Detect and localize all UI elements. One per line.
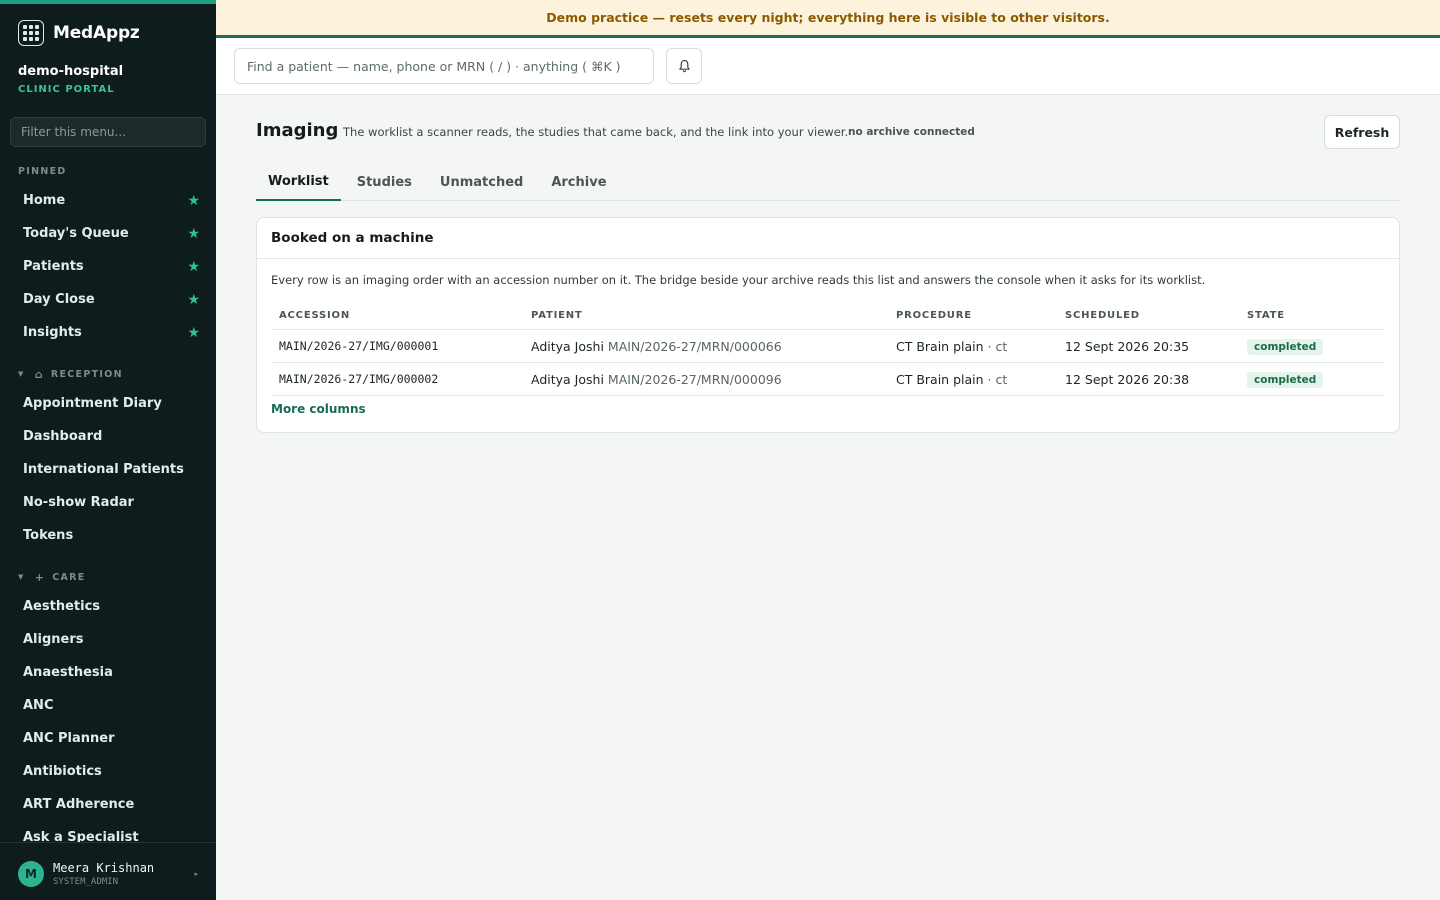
sidebar-item-day-close[interactable]: Day Close ★ (0, 283, 216, 316)
card-description: Every row is an imaging order with an ac… (271, 273, 1206, 287)
patient-cell[interactable]: Aditya Joshi MAIN/2026-27/MRN/000096 (523, 372, 888, 387)
accession-cell: MAIN/2026-27/IMG/000001 (279, 339, 439, 353)
column-header-procedure[interactable]: PROCEDURE (888, 310, 1057, 321)
section-toggle-care[interactable]: ▼ + CARE (0, 564, 216, 590)
sidebar-item-tokens[interactable]: Tokens (0, 519, 216, 552)
star-icon[interactable]: ★ (187, 325, 200, 341)
menu-filter-input[interactable] (10, 117, 206, 147)
demo-banner: Demo practice — resets every night; ever… (216, 0, 1440, 38)
plus-icon: + (34, 570, 46, 584)
patient-cell[interactable]: Aditya Joshi MAIN/2026-27/MRN/000066 (523, 339, 888, 354)
table-header: ACCESSION PATIENT PROCEDURE SCHEDULED ST… (271, 302, 1385, 330)
worklist-table: ACCESSION PATIENT PROCEDURE SCHEDULED ST… (271, 302, 1385, 396)
sidebar-item-dashboard[interactable]: Dashboard (0, 420, 216, 453)
column-header-accession[interactable]: ACCESSION (271, 310, 523, 321)
star-icon[interactable]: ★ (187, 259, 200, 275)
state-cell: completed (1239, 371, 1385, 388)
chevron-right-icon: ▸ (194, 869, 198, 878)
tab-archive[interactable]: Archive (539, 164, 618, 201)
patient-search-input[interactable] (234, 48, 654, 84)
sidebar-item-patients[interactable]: Patients ★ (0, 250, 216, 283)
sidebar-item-ask-a-specialist[interactable]: Ask a Specialist (0, 821, 216, 842)
user-name: Meera Krishnan (53, 860, 155, 875)
card-title: Booked on a machine (257, 218, 1399, 259)
sidebar-item-anc[interactable]: ANC (0, 689, 216, 722)
tab-worklist[interactable]: Worklist (256, 164, 341, 201)
column-header-scheduled[interactable]: SCHEDULED (1057, 310, 1239, 321)
sidebar-item-art-adherence[interactable]: ART Adherence (0, 788, 216, 821)
star-icon[interactable]: ★ (187, 226, 200, 242)
state-cell: completed (1239, 338, 1385, 355)
sidebar-item-aesthetics[interactable]: Aesthetics (0, 590, 216, 623)
user-menu[interactable]: M Meera Krishnan SYSTEM_ADMIN ▸ (0, 842, 216, 900)
column-header-patient[interactable]: PATIENT (523, 310, 888, 321)
page-description: The worklist a scanner reads, the studie… (343, 125, 849, 139)
accession-cell: MAIN/2026-27/IMG/000002 (279, 372, 439, 386)
modality: · ct (987, 338, 1008, 354)
sidebar-item-anaesthesia[interactable]: Anaesthesia (0, 656, 216, 689)
caret-down-icon: ▼ (18, 370, 25, 378)
bell-icon (678, 59, 690, 73)
imaging-tabs: Worklist Studies Unmatched Archive (256, 164, 1400, 201)
procedure-name: CT Brain plain (896, 371, 984, 387)
topbar (216, 38, 1440, 95)
user-role: SYSTEM_ADMIN (53, 876, 119, 887)
table-row[interactable]: MAIN/2026-27/IMG/000002 Aditya Joshi MAI… (271, 363, 1385, 396)
section-toggle-reception[interactable]: ▼ ⌂ RECEPTION (0, 361, 216, 387)
notifications-button[interactable] (666, 48, 702, 84)
procedure-cell: CT Brain plain · ct (888, 372, 1057, 387)
sidebar-nav[interactable]: PINNED Home ★ Today's Queue ★ Patients ★ Da… (0, 158, 216, 843)
more-columns-link[interactable]: More columns (271, 402, 366, 416)
sidebar-item-anc-planner[interactable]: ANC Planner (0, 722, 216, 755)
brand-name: MedAppz (53, 23, 140, 43)
brand[interactable]: MedAppz (18, 20, 140, 46)
sidebar-item-home[interactable]: Home ★ (0, 184, 216, 217)
status-badge: completed (1247, 371, 1324, 388)
tab-studies[interactable]: Studies (345, 164, 424, 201)
caret-down-icon: ▼ (18, 573, 25, 581)
org-name: demo-hospital (18, 64, 124, 79)
worklist-card: Booked on a machine Every row is an imag… (256, 217, 1400, 433)
section-label-pinned: PINNED (18, 165, 67, 177)
sidebar-item-international-patients[interactable]: International Patients (0, 453, 216, 486)
sidebar-item-aligners[interactable]: Aligners (0, 623, 216, 656)
patient-mrn: MAIN/2026-27/MRN/000096 (607, 371, 782, 387)
sidebar: MedAppz demo-hospital CLINIC PORTAL PINN… (0, 0, 216, 900)
patient-mrn: MAIN/2026-27/MRN/000066 (607, 338, 782, 354)
procedure-cell: CT Brain plain · ct (888, 339, 1057, 354)
avatar: M (18, 860, 44, 887)
sidebar-item-antibiotics[interactable]: Antibiotics (0, 755, 216, 788)
star-icon[interactable]: ★ (187, 193, 200, 209)
column-header-state[interactable]: STATE (1239, 310, 1385, 321)
sidebar-item-todays-queue[interactable]: Today's Queue ★ (0, 217, 216, 250)
table-row[interactable]: MAIN/2026-27/IMG/000001 Aditya Joshi MAI… (271, 330, 1385, 363)
scheduled-cell: 12 Sept 2026 20:35 (1065, 338, 1190, 354)
page-title: Imaging (256, 120, 339, 141)
portal-label: CLINIC PORTAL (18, 84, 115, 95)
medappz-logo-icon (18, 20, 44, 46)
patient-name: Aditya Joshi (531, 338, 604, 354)
patient-name: Aditya Joshi (531, 371, 604, 387)
archive-status: no archive connected (848, 126, 975, 138)
modality: · ct (987, 371, 1008, 387)
home-icon: ⌂ (34, 367, 44, 381)
sidebar-item-no-show-radar[interactable]: No-show Radar (0, 486, 216, 519)
star-icon[interactable]: ★ (187, 292, 200, 308)
procedure-name: CT Brain plain (896, 338, 984, 354)
sidebar-item-insights[interactable]: Insights ★ (0, 316, 216, 349)
refresh-button[interactable]: Refresh (1324, 115, 1400, 149)
scheduled-cell: 12 Sept 2026 20:38 (1065, 371, 1190, 387)
tab-unmatched[interactable]: Unmatched (428, 164, 535, 201)
status-badge: completed (1247, 338, 1324, 355)
sidebar-item-appointment-diary[interactable]: Appointment Diary (0, 387, 216, 420)
